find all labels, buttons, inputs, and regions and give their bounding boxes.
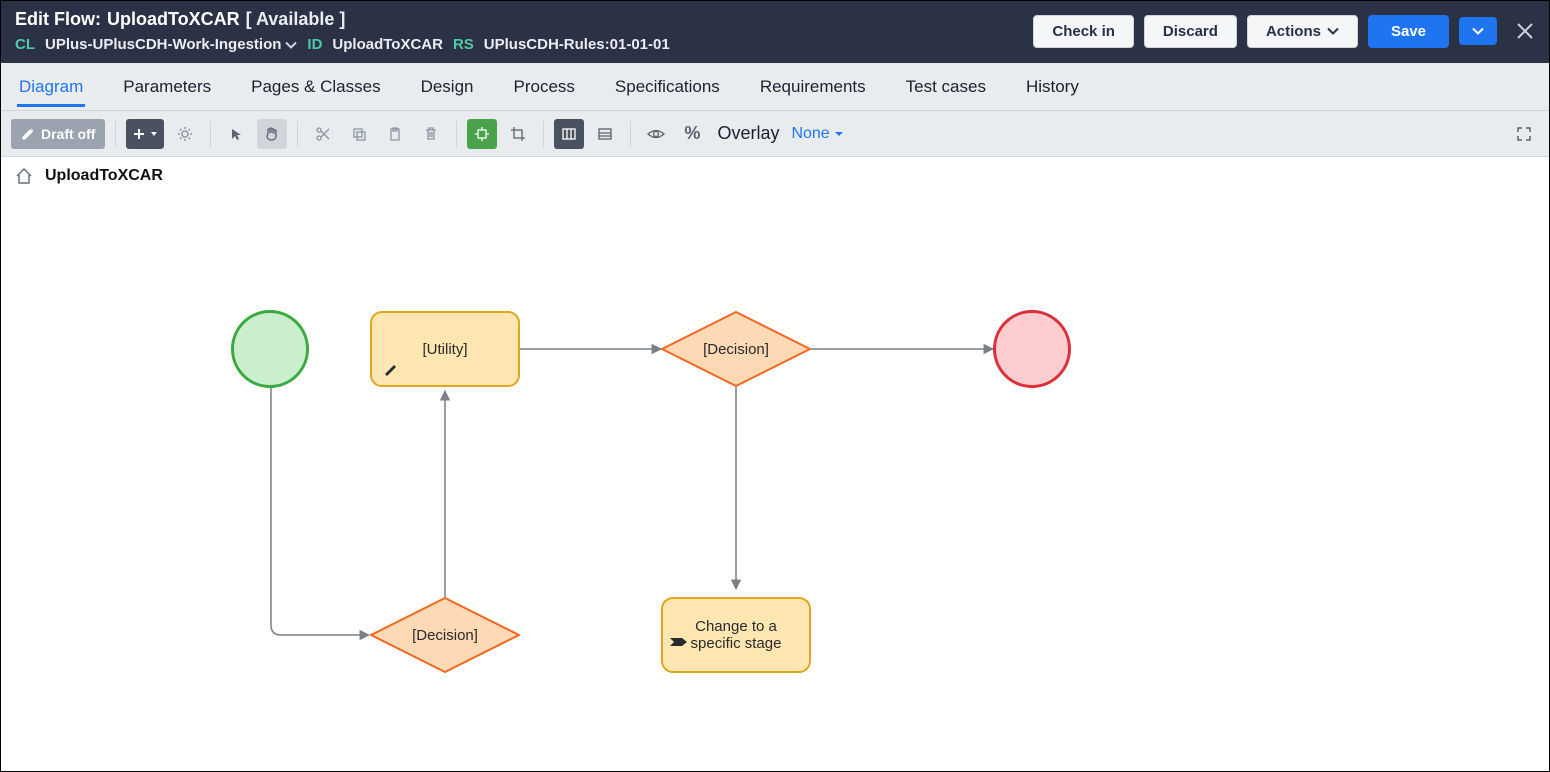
copy-button[interactable] [344, 119, 374, 149]
separator [456, 121, 457, 147]
rows-icon [597, 126, 613, 142]
run-button[interactable] [467, 119, 497, 149]
copy-icon [351, 126, 367, 142]
stage-node[interactable]: Change to a specific stage [661, 597, 811, 673]
crop-icon [510, 126, 526, 142]
close-icon[interactable] [1515, 21, 1535, 41]
discard-button[interactable]: Discard [1144, 15, 1237, 48]
chevron-down-icon [1472, 25, 1484, 37]
separator [297, 121, 298, 147]
layout-rows-button[interactable] [590, 119, 620, 149]
tab-parameters[interactable]: Parameters [121, 67, 213, 107]
tab-requirements[interactable]: Requirements [758, 67, 868, 107]
tab-pages-classes[interactable]: Pages & Classes [249, 67, 382, 107]
separator [210, 121, 211, 147]
add-shape-button[interactable] [126, 119, 164, 149]
hand-icon [264, 126, 280, 142]
utility-label: [Utility] [423, 341, 468, 358]
flow-canvas[interactable]: [Utility] [Decision] [Decision] Change t… [1, 195, 1549, 755]
actions-button[interactable]: Actions [1247, 15, 1358, 48]
start-node[interactable] [231, 310, 309, 388]
tab-test-cases[interactable]: Test cases [904, 67, 988, 107]
visibility-button[interactable] [641, 119, 671, 149]
columns-icon [561, 126, 577, 142]
scissors-icon [315, 126, 331, 142]
rs-val: UPlusCDH-Rules:01-01-01 [484, 36, 670, 53]
tab-diagram[interactable]: Diagram [17, 67, 85, 107]
end-node[interactable] [993, 310, 1071, 388]
gear-icon [177, 126, 193, 142]
plus-icon [132, 127, 146, 141]
lightbulb-button[interactable] [170, 119, 200, 149]
decision-node-2[interactable]: [Decision] [370, 597, 520, 673]
breadcrumb: UploadToXCAR [1, 157, 1549, 195]
tab-specifications[interactable]: Specifications [613, 67, 722, 107]
overlay-label: Overlay [717, 123, 779, 144]
cursor-icon [229, 127, 243, 141]
decision2-label: [Decision] [412, 627, 478, 644]
decision1-label: [Decision] [703, 341, 769, 358]
draft-label: Draft off [41, 126, 95, 142]
title-name: UploadToXCAR [107, 9, 240, 30]
cl-dropdown[interactable]: UPlus-UPlusCDH-Work-Ingestion [45, 36, 297, 53]
draft-toggle-button[interactable]: Draft off [11, 119, 105, 149]
actions-label: Actions [1266, 23, 1321, 40]
breadcrumb-name: UploadToXCAR [45, 167, 163, 185]
separator [543, 121, 544, 147]
trash-icon [423, 126, 439, 142]
pointer-tool[interactable] [221, 119, 251, 149]
cut-button[interactable] [308, 119, 338, 149]
save-split-button[interactable] [1459, 17, 1497, 45]
tabs: Diagram Parameters Pages & Classes Desig… [1, 63, 1549, 111]
rs-key: RS [453, 36, 474, 53]
caret-down-icon [150, 130, 158, 138]
separator [630, 121, 631, 147]
checkin-button[interactable]: Check in [1033, 15, 1134, 48]
pan-tool[interactable] [257, 119, 287, 149]
chevron-down-icon [1327, 25, 1339, 37]
stage-label: Change to a specific stage [675, 618, 797, 652]
hammer-icon [382, 361, 398, 377]
home-icon[interactable] [15, 167, 33, 185]
id-val: UploadToXCAR [332, 36, 443, 53]
separator [115, 121, 116, 147]
overlay-dropdown[interactable]: None [791, 125, 843, 143]
tab-process[interactable]: Process [512, 67, 577, 107]
cl-key: CL [15, 36, 35, 53]
percent-button[interactable]: % [677, 119, 707, 149]
paste-button[interactable] [380, 119, 410, 149]
utility-node[interactable]: [Utility] [370, 311, 520, 387]
overlay-value: None [791, 125, 829, 143]
title-status: [ Available ] [246, 9, 346, 30]
delete-button[interactable] [416, 119, 446, 149]
toolbar: Draft off % Overlay [1, 111, 1549, 157]
fullscreen-button[interactable] [1509, 119, 1539, 149]
expand-icon [1516, 126, 1532, 142]
decision-node-1[interactable]: [Decision] [661, 311, 811, 387]
eye-icon [647, 126, 665, 142]
arrowtag-icon [669, 635, 689, 649]
chevron-down-icon [285, 39, 297, 51]
tab-history[interactable]: History [1024, 67, 1081, 107]
title-label: Edit Flow: [15, 9, 101, 30]
crop-button[interactable] [503, 119, 533, 149]
clipboard-icon [387, 126, 403, 142]
id-key: ID [307, 36, 322, 53]
header-bar: Edit Flow: UploadToXCAR [ Available ] CL… [1, 1, 1549, 63]
caret-down-icon [834, 129, 844, 139]
target-icon [474, 126, 490, 142]
save-button[interactable]: Save [1368, 15, 1449, 48]
cl-val: UPlus-UPlusCDH-Work-Ingestion [45, 36, 281, 53]
tab-design[interactable]: Design [419, 67, 476, 107]
pencil-icon [21, 127, 35, 141]
layout-columns-button[interactable] [554, 119, 584, 149]
